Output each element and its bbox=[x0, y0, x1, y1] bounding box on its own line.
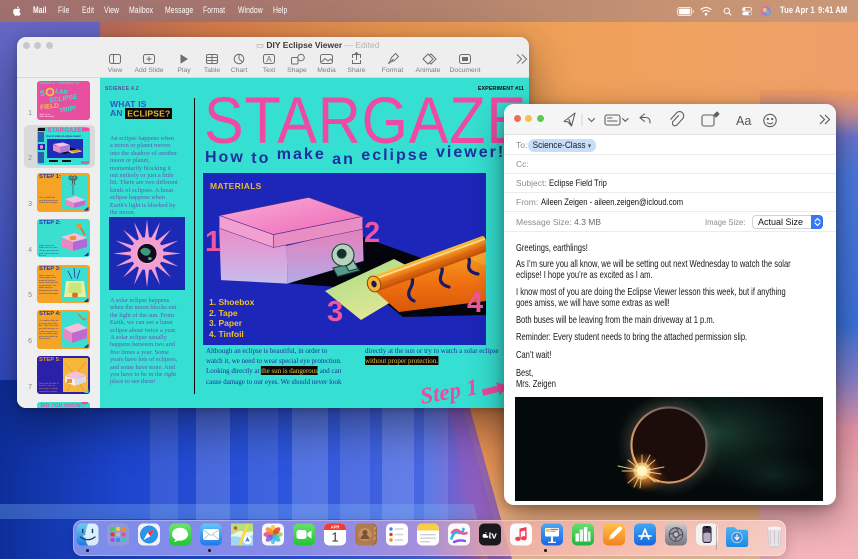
svg-text:S: S bbox=[38, 88, 45, 98]
svg-text:TRIP!: TRIP! bbox=[58, 105, 76, 115]
svg-text:tv: tv bbox=[488, 530, 497, 541]
svg-text:2: 2 bbox=[364, 217, 380, 249]
svg-text:4: 4 bbox=[467, 287, 483, 319]
svg-text:3: 3 bbox=[327, 296, 343, 328]
svg-text:Aa: Aa bbox=[736, 114, 751, 128]
svg-text:FIELD: FIELD bbox=[39, 102, 59, 111]
svg-text:1: 1 bbox=[205, 226, 221, 258]
svg-text:1: 1 bbox=[331, 530, 338, 545]
svg-text:A: A bbox=[266, 55, 272, 64]
